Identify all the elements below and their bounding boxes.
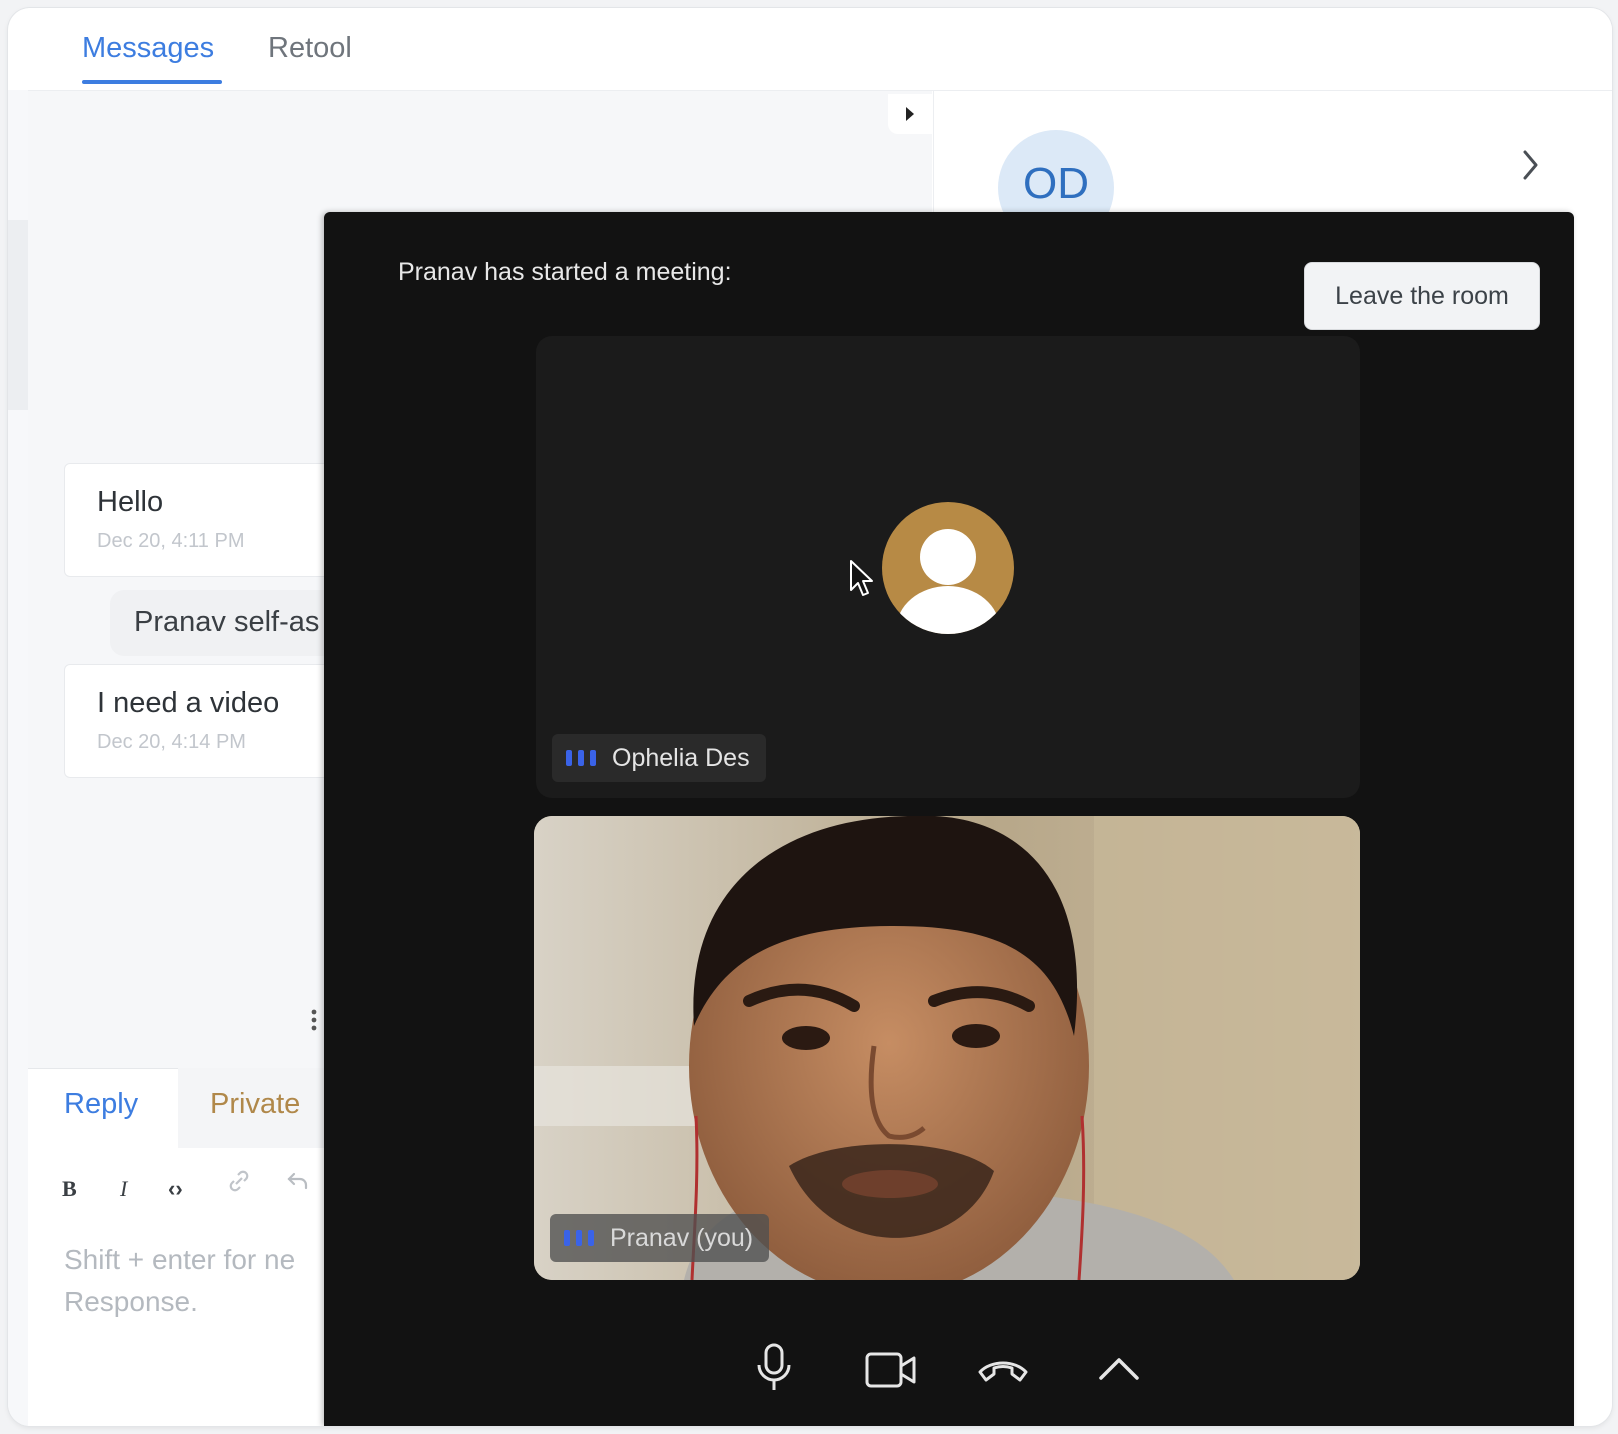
italic-button[interactable]: I <box>120 1176 127 1202</box>
conversation-visible-region: Hello Dec 20, 4:11 PM Pranav self-as I n… <box>8 8 338 1426</box>
bold-button[interactable]: B <box>62 1176 77 1202</box>
code-button[interactable]: ‹› <box>168 1176 183 1202</box>
app-window: Messages Retool OD Hello Dec 20, 4:11 PM… <box>8 8 1612 1426</box>
caret-right-icon <box>906 107 914 121</box>
default-user-avatar-icon <box>882 502 1014 634</box>
message-timestamp: Dec 20, 4:11 PM <box>97 530 245 552</box>
link-icon[interactable] <box>226 1168 252 1194</box>
chevron-right-icon[interactable] <box>1520 148 1542 182</box>
participant-video-tile: Pranav (you) <box>534 816 1360 1280</box>
message-text: Hello <box>97 486 164 518</box>
meeting-controls <box>324 1342 1574 1402</box>
participant-name-chip: Pranav (you) <box>550 1214 770 1262</box>
reply-placeholder[interactable]: Shift + enter for ne <box>64 1244 295 1276</box>
tab-reply[interactable]: Reply <box>64 1088 138 1121</box>
undo-icon[interactable] <box>286 1170 310 1192</box>
participant-tile: Ophelia Des <box>536 336 1360 798</box>
hang-up-icon[interactable] <box>976 1354 1030 1386</box>
message-card: I need a video Dec 20, 4:14 PM <box>64 664 338 778</box>
activity-note: Pranav self-as <box>110 590 338 656</box>
audio-level-icon <box>566 750 596 766</box>
message-text: I need a video <box>97 687 280 719</box>
camera-icon[interactable] <box>864 1350 918 1390</box>
video-meeting-window: Pranav has started a meeting: Leave the … <box>324 212 1574 1426</box>
reply-placeholder-cont[interactable]: Response. <box>64 1286 198 1318</box>
mouse-cursor-icon <box>850 560 873 596</box>
contact-initials: OD <box>1023 159 1089 208</box>
participant-name-chip: Ophelia Des <box>552 734 766 782</box>
more-options-icon[interactable] <box>310 1008 318 1032</box>
leave-room-button[interactable]: Leave the room <box>1304 262 1540 330</box>
microphone-icon[interactable] <box>754 1342 794 1394</box>
meeting-title: Pranav has started a meeting: <box>398 258 732 286</box>
participant-name: Ophelia Des <box>612 743 750 772</box>
audio-level-icon <box>564 1230 594 1246</box>
collapse-panel-button[interactable] <box>888 94 932 134</box>
participant-name: Pranav (you) <box>610 1223 754 1252</box>
activity-text: Pranav self-as <box>134 606 320 638</box>
tab-private-note[interactable]: Private <box>210 1088 300 1121</box>
chevron-up-icon[interactable] <box>1096 1352 1142 1384</box>
message-card: Hello Dec 20, 4:11 PM <box>64 463 338 577</box>
message-timestamp: Dec 20, 4:14 PM <box>97 731 246 753</box>
camera-feed <box>534 816 1360 1280</box>
